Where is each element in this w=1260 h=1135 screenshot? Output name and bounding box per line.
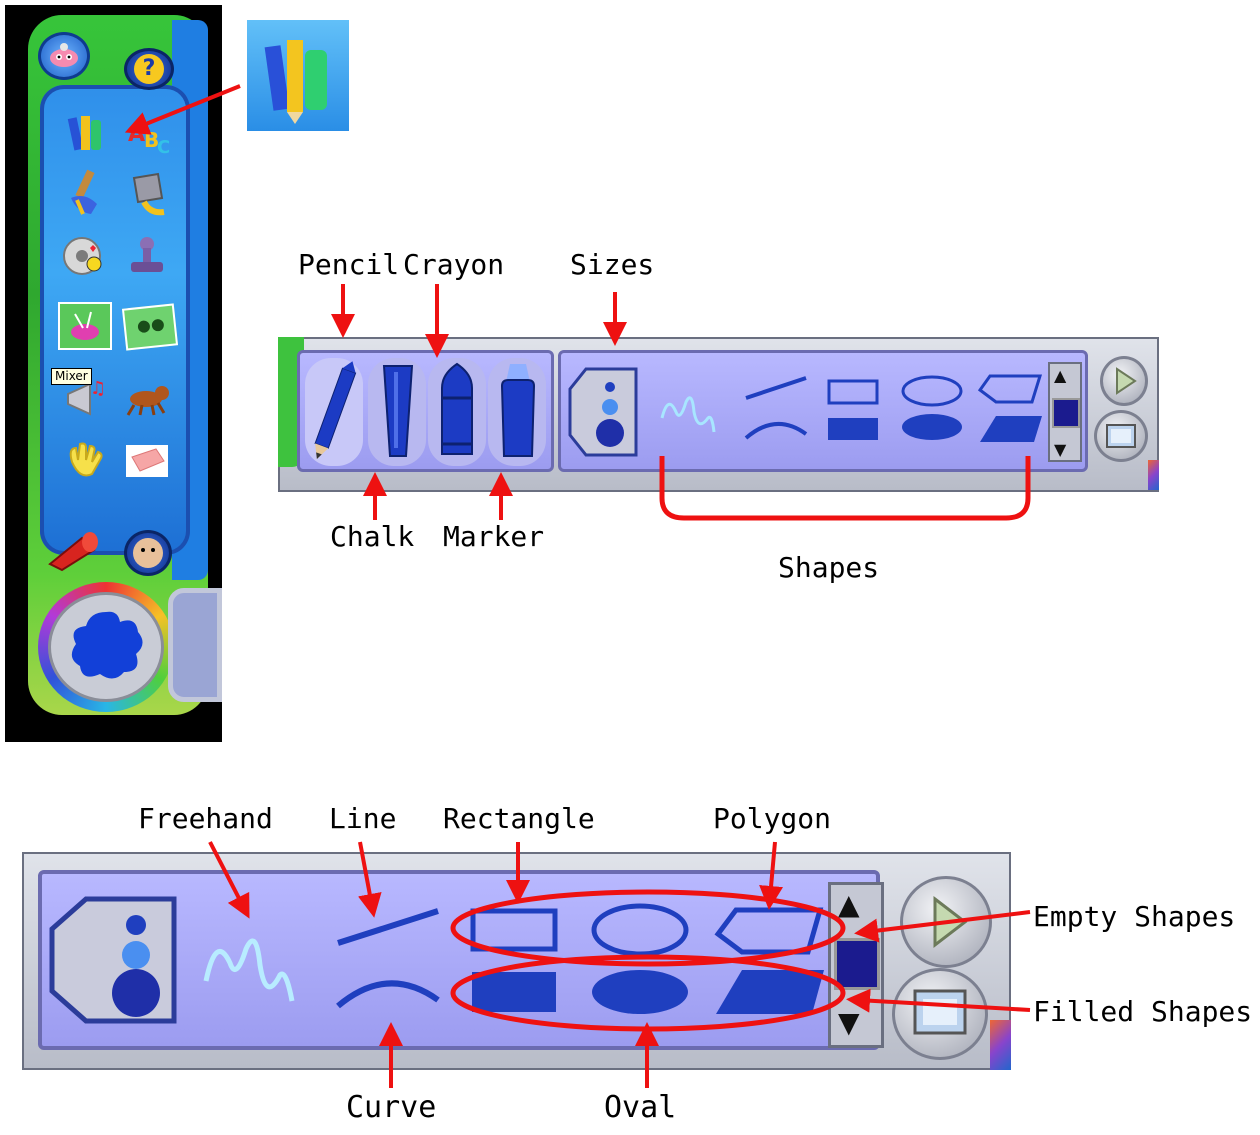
arrow-to-zoom	[124, 84, 241, 135]
shapes-bracket	[659, 456, 1031, 521]
arrow-freehand	[208, 841, 250, 919]
arrow-filled-shapes	[846, 988, 1031, 1013]
empty-shapes-outline	[450, 889, 846, 967]
arrow-line	[357, 841, 382, 918]
annotation-layer	[124, 84, 1031, 1088]
arrow-empty-shapes	[854, 910, 1031, 943]
filled-shapes-outline	[450, 954, 846, 1032]
arrow-polygon	[759, 841, 784, 910]
